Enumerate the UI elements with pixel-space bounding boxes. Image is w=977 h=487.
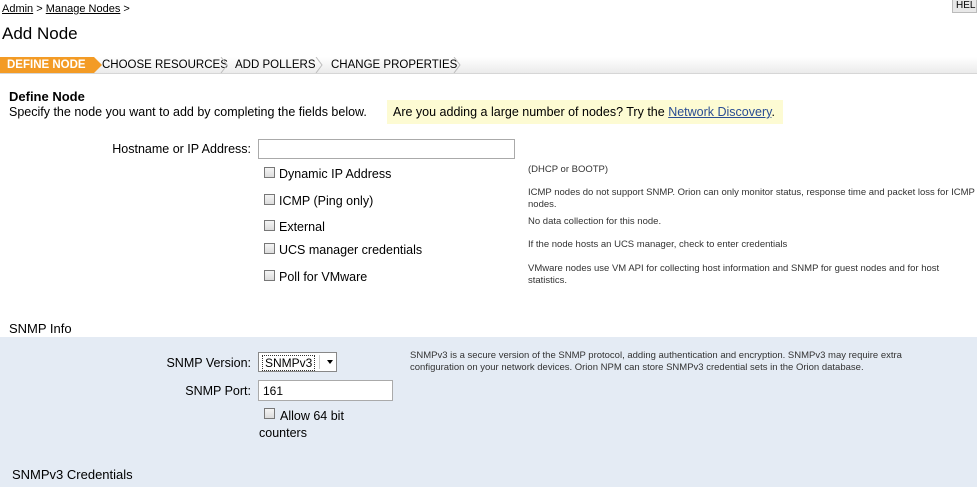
vmware-hint: VMware nodes use VM API for collecting h… [528,263,940,286]
external-checkbox[interactable] [264,220,275,231]
snmp-info-heading: SNMP Info [9,321,72,336]
external-hint: No data collection for this node. [528,216,662,227]
tip-text: Are you adding a large number of nodes? … [393,105,665,119]
step-separator-icon [220,57,228,73]
help-button[interactable]: HEL [952,0,977,13]
ucs-hint: If the node hosts an UCS manager, check … [528,239,788,250]
wizard-step-define-node[interactable]: DEFINE NODE [0,57,102,73]
allow-64bit-counters-label-line2: counters [259,426,307,440]
page-title: Add Node [2,24,78,43]
icmp-hint: ICMP nodes do not support SNMP. Orion ca… [528,187,975,210]
dynamic-ip-hint: (DHCP or BOOTP) [528,164,609,175]
breadcrumb: Admin > Manage Nodes > [2,3,130,15]
section-title-define-node: Define Node [9,89,85,104]
hostname-input[interactable] [258,139,515,159]
ucs-label: UCS manager credentials [279,243,423,257]
snmp-port-input[interactable] [258,380,393,401]
network-discovery-link[interactable]: Network Discovery [668,105,771,119]
snmp-version-value: SNMPv3 [262,355,316,371]
wizard-step-choose-resources[interactable]: CHOOSE RESOURCES [102,57,228,73]
step-separator-icon [453,57,461,73]
external-label: External [279,220,325,234]
breadcrumb-admin-link[interactable]: Admin [2,3,33,15]
wizard-steps: DEFINE NODE CHOOSE RESOURCES ADD POLLERS… [0,57,977,74]
network-discovery-tip: Are you adding a large number of nodes? … [387,100,783,124]
snmpv3-credentials-heading: SNMPv3 Credentials [12,467,133,482]
ucs-checkbox[interactable] [264,243,275,254]
chevron-down-icon [327,360,333,364]
tip-suffix: . [771,105,775,119]
dynamic-ip-label: Dynamic IP Address [279,167,392,181]
dynamic-ip-checkbox[interactable] [264,167,275,178]
vmware-checkbox[interactable] [264,270,275,281]
icmp-checkbox[interactable] [264,194,275,205]
allow-64bit-counters-checkbox[interactable] [264,408,275,419]
hostname-label: Hostname or IP Address: [112,142,251,156]
define-node-instructions: Specify the node you want to add by comp… [9,105,367,119]
breadcrumb-separator: > [123,3,130,15]
icmp-label: ICMP (Ping only) [279,194,374,208]
wizard-step-change-properties[interactable]: CHANGE PROPERTIES [331,57,457,73]
allow-64bit-counters-label-line1: Allow 64 bit [280,409,344,423]
breadcrumb-separator: > [36,3,43,15]
step-separator-icon [315,57,323,73]
snmp-version-hint: SNMPv3 is a secure version of the SNMP p… [410,350,902,373]
vmware-label: Poll for VMware [279,270,368,284]
wizard-step-add-pollers[interactable]: ADD POLLERS [235,57,316,73]
breadcrumb-manage-nodes-link[interactable]: Manage Nodes [46,3,121,15]
snmp-port-label: SNMP Port: [185,384,251,398]
snmp-version-label: SNMP Version: [166,356,251,370]
snmp-version-select[interactable]: SNMPv3 [258,352,337,372]
